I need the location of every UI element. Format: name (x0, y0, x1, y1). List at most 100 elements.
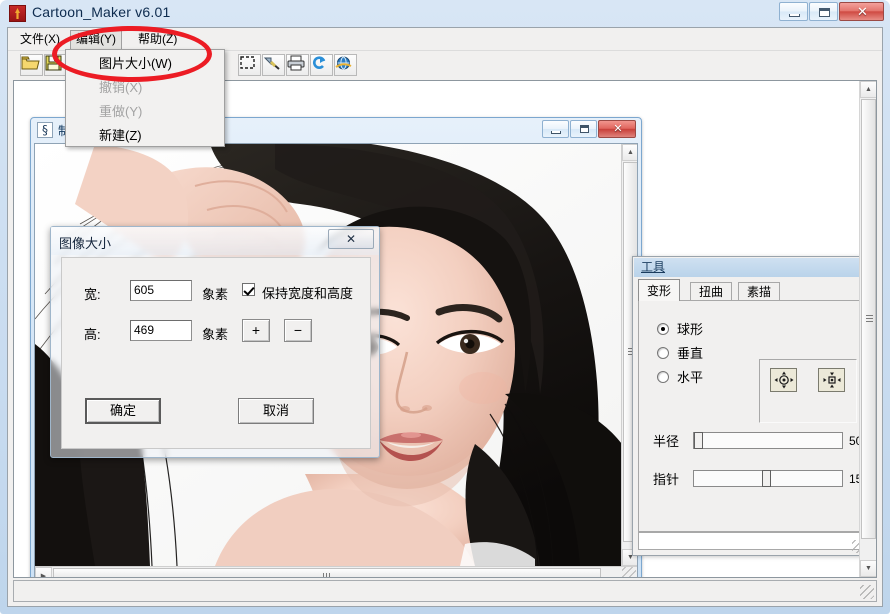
radio-horizontal-label: 水平 (677, 370, 704, 385)
window-title: Cartoon_Maker v6.01 (32, 4, 171, 20)
window-resize-grip[interactable] (860, 585, 874, 599)
mdi-vertical-scrollbar[interactable]: ▲ ▼ (859, 81, 876, 577)
dialog-title-bar: 图像大小 ✕ (51, 227, 379, 255)
radio-option-horizontal[interactable]: 水平 (657, 367, 703, 386)
mdi-scroll-down-icon[interactable]: ▼ (860, 560, 876, 577)
open-icon (21, 56, 40, 70)
height-label: 高: (84, 327, 101, 342)
radio-horizontal-icon[interactable] (657, 370, 669, 383)
refresh-button[interactable] (310, 54, 333, 76)
scroll-up-icon[interactable]: ▲ (622, 144, 637, 161)
scroll-grip-icon (323, 573, 331, 577)
tab-distort[interactable]: 扭曲 (690, 282, 733, 301)
child-maximize-button[interactable] (570, 120, 597, 138)
radio-sphere-label: 球形 (677, 322, 704, 337)
decrease-button[interactable]: − (284, 319, 312, 342)
menu-edit[interactable]: 编辑(Y) (70, 30, 122, 50)
radio-sphere-icon[interactable] (657, 322, 669, 335)
mdi-scroll-up-icon[interactable]: ▲ (860, 81, 876, 98)
image-size-dialog: 图像大小 ✕ 宽: 605 象素 保持宽度和高度 高: 469 象素 + − 确… (50, 226, 380, 458)
toolbar-left-group (20, 52, 68, 78)
slider-pointer-thumb[interactable] (762, 470, 771, 487)
status-bar (13, 580, 877, 602)
width-label: 宽: (84, 287, 101, 302)
image-horizontal-scrollbar[interactable]: ◀ ▶ (35, 566, 637, 577)
refresh-icon (313, 56, 326, 69)
keep-ratio-label: 保持宽度和高度 (262, 286, 354, 301)
width-input[interactable]: 605 (130, 280, 192, 301)
mdi-vertical-scroll-thumb[interactable] (861, 99, 876, 539)
wand-icon (263, 57, 280, 70)
menu-item-undo: 撤销(X) (99, 80, 143, 95)
save-button[interactable] (44, 54, 67, 76)
toolbar-right-group (238, 52, 358, 78)
ok-button[interactable]: 确定 (85, 398, 161, 424)
dialog-close-button[interactable]: ✕ (328, 229, 374, 249)
tools-panel-caption: 工具 (634, 258, 866, 277)
browser-button[interactable] (334, 54, 357, 76)
wand-button[interactable] (262, 54, 285, 76)
print-button[interactable] (286, 54, 309, 76)
menu-bar: 文件(X) 编辑(Y) 帮助(Z) (8, 28, 882, 51)
tool-button-group (759, 359, 857, 423)
tools-status-field (638, 532, 864, 550)
child-close-button[interactable]: ✕ (598, 120, 636, 138)
slider-radius-thumb[interactable] (694, 432, 703, 449)
minimize-button[interactable] (779, 2, 808, 21)
width-unit-label: 象素 (202, 287, 229, 302)
save-icon (45, 55, 62, 71)
radio-option-vertical[interactable]: 垂直 (657, 343, 703, 362)
horizontal-scroll-thumb[interactable] (53, 568, 601, 577)
browser-icon (335, 56, 352, 70)
tools-caption-label: 工具 (641, 260, 666, 274)
expand-tool-icon (774, 371, 793, 389)
slider-pointer[interactable]: 指针 15 (653, 469, 862, 488)
dialog-body: 宽: 605 象素 保持宽度和高度 高: 469 象素 + − 确定 取消 (61, 257, 371, 449)
marquee-select-icon (240, 56, 255, 69)
close-icon: ✕ (857, 4, 868, 19)
radio-vertical-label: 垂直 (677, 346, 704, 361)
canvas-resize-grip[interactable] (622, 567, 636, 577)
child-window-controls: ✕ (541, 120, 636, 138)
slider-pointer-label: 指针 (653, 472, 680, 487)
menu-item-redo: 重做(Y) (99, 104, 143, 119)
title-bar: Cartoon_Maker v6.01 ✕ (0, 0, 890, 27)
minimize-icon (789, 14, 800, 17)
menu-help[interactable]: 帮助(Z) (132, 30, 183, 48)
scroll-right-icon[interactable]: ▶ (35, 567, 52, 577)
menu-item-new[interactable]: 新建(Z) (67, 124, 224, 148)
slider-pointer-track[interactable] (693, 470, 843, 487)
child-minimize-button[interactable] (542, 120, 569, 138)
tools-tabpage-deform: 球形 垂直 水平 半径 50 指针 15 (638, 300, 864, 532)
expand-tool-button[interactable] (770, 368, 797, 392)
height-input[interactable]: 469 (130, 320, 192, 341)
contract-tool-button[interactable] (818, 368, 845, 392)
maximize-icon (819, 8, 830, 17)
tab-deform[interactable]: 变形 (638, 279, 681, 301)
radio-option-sphere[interactable]: 球形 (657, 319, 703, 338)
slider-radius-label: 半径 (653, 434, 680, 449)
menu-item-image-size[interactable]: 图片大小(W) (67, 52, 224, 76)
keep-ratio-checkbox[interactable] (242, 283, 255, 296)
radio-vertical-icon[interactable] (657, 346, 669, 359)
tools-panel: 工具 变形 扭曲 素描 球形 垂直 水平 半径 50 指针 15 (632, 256, 868, 556)
slider-radius-track[interactable] (693, 432, 843, 449)
maximize-button[interactable] (809, 2, 838, 21)
increase-button[interactable]: + (242, 319, 270, 342)
maximize-icon (580, 125, 589, 133)
window-controls: ✕ (778, 2, 884, 21)
cancel-button[interactable]: 取消 (238, 398, 314, 424)
slider-radius[interactable]: 半径 50 (653, 431, 862, 450)
tools-tabstrip: 变形 扭曲 素描 (638, 279, 864, 301)
open-button[interactable] (20, 54, 43, 76)
app-icon (9, 5, 26, 22)
dialog-title: 图像大小 (59, 236, 112, 251)
height-unit-label: 象素 (202, 327, 229, 342)
menu-file[interactable]: 文件(X) (14, 30, 66, 48)
marquee-select-button[interactable] (238, 54, 261, 76)
close-button[interactable]: ✕ (839, 2, 884, 21)
tab-sketch[interactable]: 素描 (738, 282, 781, 301)
close-icon: ✕ (613, 123, 623, 135)
app-window: Cartoon_Maker v6.01 ✕ 文件(X) 编辑(Y) 帮助(Z) (0, 0, 890, 614)
contract-tool-icon (823, 372, 840, 388)
